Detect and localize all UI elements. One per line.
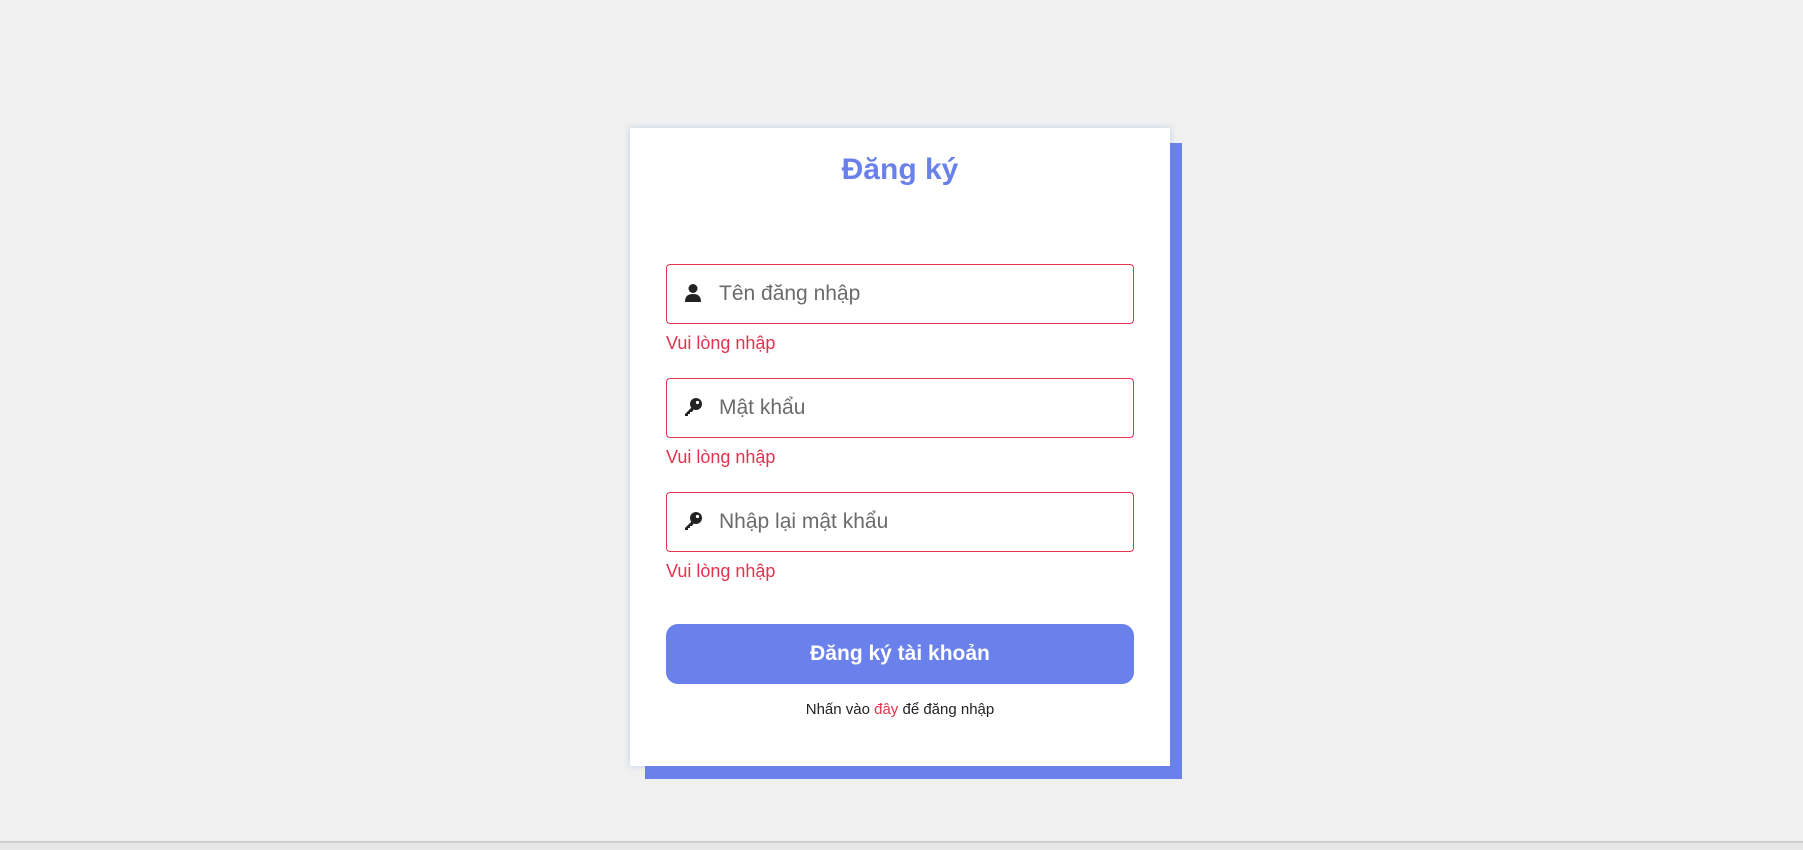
username-error: Vui lòng nhập <box>666 333 776 353</box>
page-title: Đăng ký <box>841 153 959 186</box>
password-error: Vui lòng nhập <box>666 447 776 467</box>
key-icon <box>683 511 703 531</box>
bottom-bar <box>0 841 1803 850</box>
confirm-password-error: Vui lòng nhập <box>666 561 776 581</box>
login-prompt-suffix: để đăng nhập <box>898 701 995 718</box>
login-prompt: Nhấn vào đây để đăng nhập <box>630 700 1170 720</box>
register-card: Đăng ký Vui lòng nhập Vui lòng nhập <box>630 128 1170 766</box>
page: Đăng ký Vui lòng nhập Vui lòng nhập <box>0 0 1803 850</box>
password-input[interactable] <box>719 379 1119 437</box>
register-button[interactable]: Đăng ký tài khoản <box>666 624 1134 684</box>
password-field[interactable] <box>666 378 1134 438</box>
login-prompt-prefix: Nhấn vào <box>805 701 875 718</box>
confirm-password-input[interactable] <box>719 493 1119 551</box>
login-link[interactable]: đây <box>874 701 898 718</box>
username-input[interactable] <box>719 265 1119 323</box>
user-icon <box>683 283 703 303</box>
key-icon <box>683 397 703 417</box>
username-field[interactable] <box>666 264 1134 324</box>
confirm-password-field[interactable] <box>666 492 1134 552</box>
